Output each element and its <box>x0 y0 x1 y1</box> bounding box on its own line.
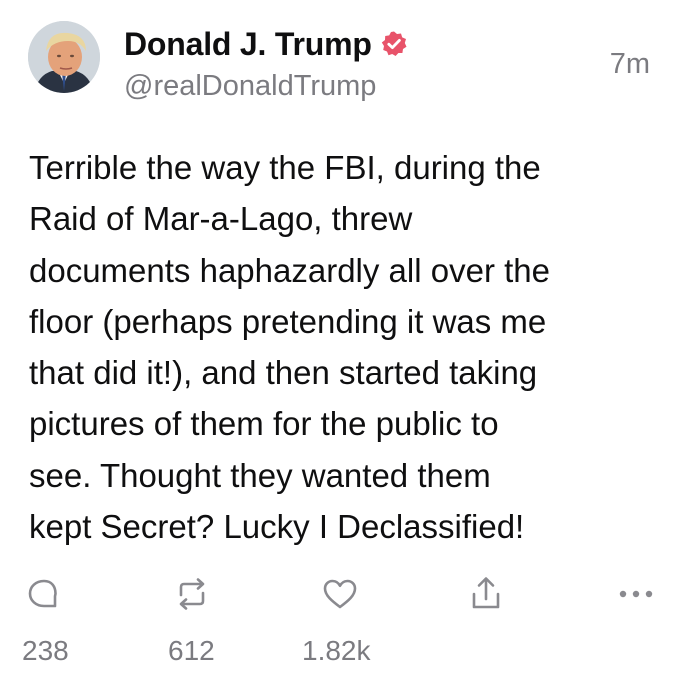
reply-count: 238 <box>22 635 69 666</box>
repost-count: 612 <box>168 635 215 666</box>
avatar-photo <box>28 21 100 93</box>
reply-button[interactable] <box>24 574 64 614</box>
more-options-button[interactable] <box>616 574 656 614</box>
repost-icon <box>179 578 205 610</box>
author-name[interactable]: Donald J. Trump <box>124 24 372 64</box>
author-name-row: Donald J. Trump <box>124 24 408 64</box>
like-button[interactable] <box>320 574 360 614</box>
like-icon <box>323 579 357 609</box>
post-timestamp[interactable]: 7m <box>610 46 650 82</box>
share-button[interactable] <box>466 574 506 614</box>
verified-badge-icon <box>380 30 408 58</box>
reply-icon <box>28 579 57 608</box>
author-handle[interactable]: @realDonaldTrump <box>124 68 376 104</box>
author-avatar[interactable] <box>28 21 100 93</box>
more-icon <box>619 590 653 598</box>
like-count: 1.82k <box>302 635 371 666</box>
repost-button[interactable] <box>172 574 212 614</box>
post-text: Terrible the way the FBI, during the Rai… <box>29 149 550 546</box>
share-icon <box>472 577 500 609</box>
post-card[interactable]: Donald J. Trump @realDonaldTrump 7m Terr… <box>0 0 680 685</box>
